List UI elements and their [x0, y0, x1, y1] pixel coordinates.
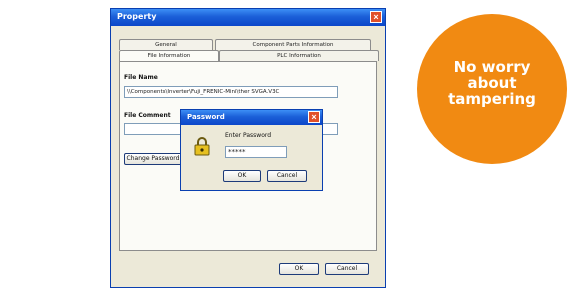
change-password-button[interactable]: Change Password: [124, 153, 182, 165]
cancel-button[interactable]: Cancel: [325, 263, 369, 275]
tab-component-parts[interactable]: Component Parts Information: [215, 39, 371, 50]
tabs-row-1: General Component Parts Information: [119, 39, 377, 50]
tab-plc-information[interactable]: PLC Information: [219, 50, 379, 61]
property-titlebar[interactable]: Property ×: [111, 9, 385, 26]
file-name-field[interactable]: \\Components\Inverter\Fuji_FRENIC-Mini\t…: [124, 86, 338, 98]
password-titlebar[interactable]: Password ×: [181, 110, 322, 125]
close-icon[interactable]: ×: [308, 111, 320, 123]
password-prompt: Enter Password: [225, 132, 272, 139]
property-title: Property: [117, 12, 157, 21]
password-ok-button[interactable]: OK: [223, 170, 261, 182]
password-input[interactable]: *****: [225, 146, 287, 158]
close-icon[interactable]: ×: [370, 11, 382, 23]
tab-general[interactable]: General: [119, 39, 213, 50]
badge-line-3: tampering: [448, 90, 536, 108]
ok-button[interactable]: OK: [279, 263, 319, 275]
file-name-label: File Name: [124, 74, 158, 81]
promo-badge: No worry about tampering: [417, 14, 567, 164]
badge-text: No worry about tampering: [417, 60, 567, 108]
lock-icon: [194, 137, 210, 156]
tabs-row-2: File Information PLC Information: [119, 50, 379, 62]
password-cancel-button[interactable]: Cancel: [267, 170, 307, 182]
password-title: Password: [187, 113, 225, 121]
file-comment-label: File Comment: [124, 112, 171, 119]
password-dialog: Password × Enter Password ***** OK Cance…: [180, 109, 323, 191]
